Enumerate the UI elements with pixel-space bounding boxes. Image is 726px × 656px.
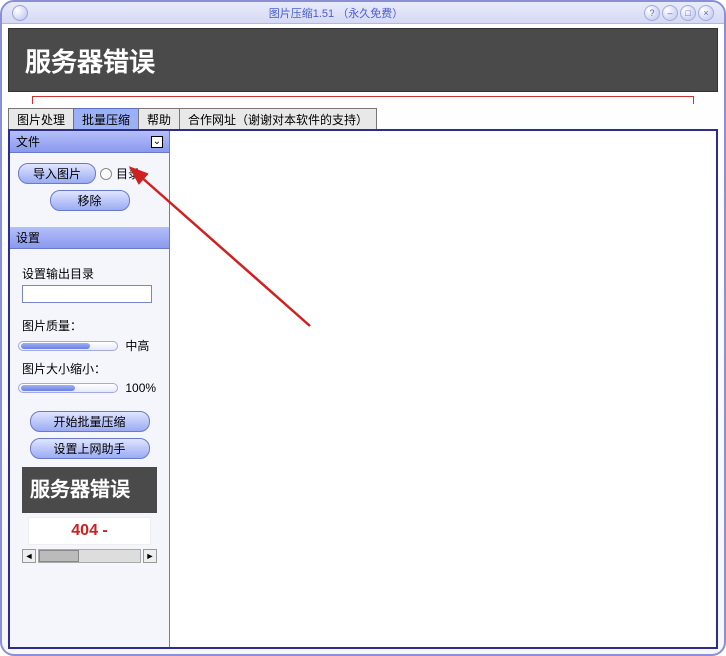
file-panel-toggle[interactable]: ⌄ [151, 136, 163, 148]
tabbar: 图片处理 批量压缩 帮助 合作网址（谢谢对本软件的支持） [8, 108, 718, 129]
start-compress-button[interactable]: 开始批量压缩 [30, 411, 150, 432]
app-window: 图片压缩1.51 （永久免费） ? – □ × 服务器错误 图片处理 批量压缩 … [0, 0, 726, 656]
tab-batch-compress[interactable]: 批量压缩 [73, 108, 139, 129]
window-controls: ? – □ × [644, 5, 714, 21]
settings-panel-header: 设置 [10, 227, 169, 249]
net-assistant-button[interactable]: 设置上网助手 [30, 438, 150, 459]
quality-label: 图片质量： [22, 317, 161, 334]
app-icon [12, 5, 28, 21]
help-button[interactable]: ? [644, 5, 660, 21]
app-name: 图片压缩 [269, 8, 313, 20]
mini-error-code: 404 - [28, 517, 151, 545]
settings-panel-title: 设置 [16, 229, 40, 246]
import-image-button[interactable]: 导入图片 [18, 163, 96, 184]
remove-button[interactable]: 移除 [50, 190, 130, 211]
error-banner: 服务器错误 [8, 28, 718, 92]
sidebar-hscroll[interactable]: ◄ ► [18, 547, 161, 565]
app-version: 1.51 [313, 8, 334, 20]
canvas-area [170, 131, 716, 647]
directory-label: 目录 [116, 165, 140, 182]
minimize-button[interactable]: – [662, 5, 678, 21]
resize-label: 图片大小缩小： [22, 360, 161, 377]
sidebar: 文件 ⌄ 导入图片 目录 移除 设置 设置输出目录 图片质量： 中高 [10, 131, 170, 647]
output-dir-label: 设置输出目录 [22, 265, 161, 282]
quality-value: 中高 [125, 339, 149, 353]
file-panel-body: 导入图片 目录 移除 [10, 153, 169, 227]
maximize-button[interactable]: □ [680, 5, 696, 21]
mini-error-heading: 服务器错误 [30, 479, 130, 501]
workspace: 文件 ⌄ 导入图片 目录 移除 设置 设置输出目录 图片质量： 中高 [8, 129, 718, 649]
scroll-right-button[interactable]: ► [143, 549, 157, 563]
window-title: 图片压缩1.51 （永久免费） [28, 5, 644, 21]
scroll-thumb[interactable] [39, 550, 79, 562]
file-panel-header: 文件 ⌄ [10, 131, 169, 153]
truncated-content [32, 96, 694, 104]
settings-panel-body: 设置输出目录 图片质量： 中高 图片大小缩小： 100% 开始批量压缩 设置上网… [10, 249, 169, 575]
file-panel-title: 文件 [16, 133, 40, 150]
resize-slider[interactable] [18, 383, 118, 393]
output-dir-input[interactable] [22, 285, 152, 303]
close-button[interactable]: × [698, 5, 714, 21]
free-label: （永久免费） [337, 8, 403, 20]
mini-error-box: 服务器错误 [22, 467, 157, 513]
scroll-left-button[interactable]: ◄ [22, 549, 36, 563]
error-heading: 服务器错误 [25, 42, 155, 79]
tab-image-process[interactable]: 图片处理 [8, 108, 74, 129]
tab-partner-urls[interactable]: 合作网址（谢谢对本软件的支持） [179, 108, 377, 129]
scroll-track[interactable] [38, 549, 141, 563]
quality-slider[interactable] [18, 341, 118, 351]
resize-value: 100% [125, 381, 156, 395]
titlebar: 图片压缩1.51 （永久免费） ? – □ × [2, 2, 724, 24]
tab-help[interactable]: 帮助 [138, 108, 180, 129]
directory-radio[interactable] [100, 168, 112, 180]
